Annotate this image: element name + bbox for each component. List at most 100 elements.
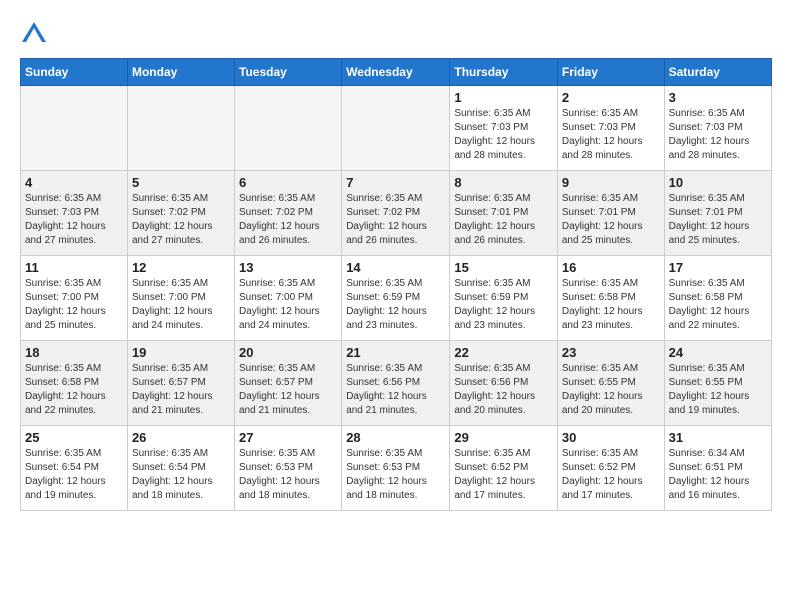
calendar-cell: 11 Sunrise: 6:35 AM Sunset: 7:00 PM Dayli… [21, 256, 128, 341]
day-info: Sunrise: 6:35 AM Sunset: 7:02 PM Dayligh… [239, 192, 337, 248]
day-info: Sunrise: 6:35 AM Sunset: 6:55 PM Dayligh… [669, 362, 767, 418]
day-info: Sunrise: 6:35 AM Sunset: 7:02 PM Dayligh… [346, 192, 445, 248]
calendar-cell: 23 Sunrise: 6:35 AM Sunset: 6:55 PM Dayli… [557, 341, 664, 426]
calendar-header-sunday: Sunday [21, 59, 128, 86]
calendar-cell: 6 Sunrise: 6:35 AM Sunset: 7:02 PM Daylig… [235, 171, 342, 256]
calendar-cell: 31 Sunrise: 6:34 AM Sunset: 6:51 PM Dayli… [664, 426, 771, 511]
calendar-cell: 14 Sunrise: 6:35 AM Sunset: 6:59 PM Dayli… [342, 256, 450, 341]
day-number: 19 [132, 345, 230, 360]
day-info: Sunrise: 6:35 AM Sunset: 7:00 PM Dayligh… [132, 277, 230, 333]
day-number: 20 [239, 345, 337, 360]
day-number: 12 [132, 260, 230, 275]
day-info: Sunrise: 6:35 AM Sunset: 7:03 PM Dayligh… [669, 107, 767, 163]
day-info: Sunrise: 6:35 AM Sunset: 6:52 PM Dayligh… [562, 447, 660, 503]
day-info: Sunrise: 6:35 AM Sunset: 7:02 PM Dayligh… [132, 192, 230, 248]
day-info: Sunrise: 6:35 AM Sunset: 6:58 PM Dayligh… [669, 277, 767, 333]
calendar-cell: 5 Sunrise: 6:35 AM Sunset: 7:02 PM Daylig… [127, 171, 234, 256]
day-number: 17 [669, 260, 767, 275]
day-info: Sunrise: 6:35 AM Sunset: 7:01 PM Dayligh… [454, 192, 553, 248]
calendar-cell: 2 Sunrise: 6:35 AM Sunset: 7:03 PM Daylig… [557, 86, 664, 171]
calendar-cell: 26Sunrise: 6:35 AM Sunset: 6:54 PM Dayli… [127, 426, 234, 511]
calendar-cell: 12 Sunrise: 6:35 AM Sunset: 7:00 PM Dayli… [127, 256, 234, 341]
calendar-table: SundayMondayTuesdayWednesdayThursdayFrid… [20, 58, 772, 511]
day-number: 7 [346, 175, 445, 190]
calendar-week-row-2: 4Sunrise: 6:35 AM Sunset: 7:03 PM Daylig… [21, 171, 772, 256]
day-number: 15 [454, 260, 553, 275]
day-number: 25 [25, 430, 123, 445]
day-info: Sunrise: 6:35 AM Sunset: 7:03 PM Dayligh… [562, 107, 660, 163]
day-number: 23 [562, 345, 660, 360]
day-number: 31 [669, 430, 767, 445]
day-info: Sunrise: 6:35 AM Sunset: 7:01 PM Dayligh… [562, 192, 660, 248]
day-info: Sunrise: 6:35 AM Sunset: 6:52 PM Dayligh… [454, 447, 553, 503]
calendar-week-row-1: 1 Sunrise: 6:35 AM Sunset: 7:03 PM Daylig… [21, 86, 772, 171]
calendar-cell: 9 Sunrise: 6:35 AM Sunset: 7:01 PM Daylig… [557, 171, 664, 256]
calendar-header-friday: Friday [557, 59, 664, 86]
day-number: 30 [562, 430, 660, 445]
day-info: Sunrise: 6:35 AM Sunset: 6:58 PM Dayligh… [562, 277, 660, 333]
day-info: Sunrise: 6:35 AM Sunset: 6:56 PM Dayligh… [346, 362, 445, 418]
day-number: 16 [562, 260, 660, 275]
calendar-cell: 10 Sunrise: 6:35 AM Sunset: 7:01 PM Dayli… [664, 171, 771, 256]
day-number: 21 [346, 345, 445, 360]
day-info: Sunrise: 6:35 AM Sunset: 7:00 PM Dayligh… [25, 277, 123, 333]
day-number: 11 [25, 260, 123, 275]
calendar-header-thursday: Thursday [450, 59, 558, 86]
day-number: 28 [346, 430, 445, 445]
calendar-cell: 25 Sunrise: 6:35 AM Sunset: 6:54 PM Dayli… [21, 426, 128, 511]
day-number: 27 [239, 430, 337, 445]
calendar-cell: 8Sunrise: 6:35 AM Sunset: 7:01 PM Daylig… [450, 171, 558, 256]
calendar-cell: 19 Sunrise: 6:35 AM Sunset: 6:57 PM Dayli… [127, 341, 234, 426]
day-info: Sunrise: 6:35 AM Sunset: 6:59 PM Dayligh… [346, 277, 445, 333]
day-number: 14 [346, 260, 445, 275]
calendar-cell: 1 Sunrise: 6:35 AM Sunset: 7:03 PM Daylig… [450, 86, 558, 171]
calendar-cell: 7 Sunrise: 6:35 AM Sunset: 7:02 PM Daylig… [342, 171, 450, 256]
calendar-cell [235, 86, 342, 171]
day-number: 9 [562, 175, 660, 190]
calendar-cell: 17 Sunrise: 6:35 AM Sunset: 6:58 PM Dayli… [664, 256, 771, 341]
calendar-cell: 30 Sunrise: 6:35 AM Sunset: 6:52 PM Dayli… [557, 426, 664, 511]
day-number: 1 [454, 90, 553, 105]
day-number: 29 [454, 430, 553, 445]
day-number: 6 [239, 175, 337, 190]
day-info: Sunrise: 6:35 AM Sunset: 6:55 PM Dayligh… [562, 362, 660, 418]
calendar-cell: 16 Sunrise: 6:35 AM Sunset: 6:58 PM Dayli… [557, 256, 664, 341]
day-info: Sunrise: 6:35 AM Sunset: 7:03 PM Dayligh… [25, 192, 123, 248]
calendar-header-saturday: Saturday [664, 59, 771, 86]
day-info: Sunrise: 6:35 AM Sunset: 6:56 PM Dayligh… [454, 362, 553, 418]
day-number: 2 [562, 90, 660, 105]
day-number: 18 [25, 345, 123, 360]
calendar-header-row: SundayMondayTuesdayWednesdayThursdayFrid… [21, 59, 772, 86]
day-number: 22 [454, 345, 553, 360]
calendar-week-row-5: 25 Sunrise: 6:35 AM Sunset: 6:54 PM Dayli… [21, 426, 772, 511]
calendar-week-row-4: 18Sunrise: 6:35 AM Sunset: 6:58 PM Dayli… [21, 341, 772, 426]
calendar-header-tuesday: Tuesday [235, 59, 342, 86]
calendar-cell [342, 86, 450, 171]
calendar-cell: 22 Sunrise: 6:35 AM Sunset: 6:56 PM Dayli… [450, 341, 558, 426]
calendar-week-row-3: 11 Sunrise: 6:35 AM Sunset: 7:00 PM Dayli… [21, 256, 772, 341]
calendar-cell: 27 Sunrise: 6:35 AM Sunset: 6:53 PM Dayli… [235, 426, 342, 511]
day-number: 24 [669, 345, 767, 360]
calendar-cell: 28 Sunrise: 6:35 AM Sunset: 6:53 PM Dayli… [342, 426, 450, 511]
day-number: 3 [669, 90, 767, 105]
day-info: Sunrise: 6:35 AM Sunset: 7:01 PM Dayligh… [669, 192, 767, 248]
calendar-cell: 24 Sunrise: 6:35 AM Sunset: 6:55 PM Dayli… [664, 341, 771, 426]
day-info: Sunrise: 6:35 AM Sunset: 7:03 PM Dayligh… [454, 107, 553, 163]
day-number: 10 [669, 175, 767, 190]
calendar-cell: 20 Sunrise: 6:35 AM Sunset: 6:57 PM Dayli… [235, 341, 342, 426]
day-info: Sunrise: 6:35 AM Sunset: 6:54 PM Dayligh… [25, 447, 123, 503]
logo-icon [20, 20, 48, 48]
day-info: Sunrise: 6:35 AM Sunset: 6:57 PM Dayligh… [239, 362, 337, 418]
calendar-cell: 15Sunrise: 6:35 AM Sunset: 6:59 PM Dayli… [450, 256, 558, 341]
day-info: Sunrise: 6:35 AM Sunset: 7:00 PM Dayligh… [239, 277, 337, 333]
day-number: 13 [239, 260, 337, 275]
day-info: Sunrise: 6:35 AM Sunset: 6:53 PM Dayligh… [239, 447, 337, 503]
day-info: Sunrise: 6:34 AM Sunset: 6:51 PM Dayligh… [669, 447, 767, 503]
day-info: Sunrise: 6:35 AM Sunset: 6:53 PM Dayligh… [346, 447, 445, 503]
calendar-header-wednesday: Wednesday [342, 59, 450, 86]
calendar-cell: 18Sunrise: 6:35 AM Sunset: 6:58 PM Dayli… [21, 341, 128, 426]
day-info: Sunrise: 6:35 AM Sunset: 6:57 PM Dayligh… [132, 362, 230, 418]
calendar-header-monday: Monday [127, 59, 234, 86]
calendar-cell: 3 Sunrise: 6:35 AM Sunset: 7:03 PM Daylig… [664, 86, 771, 171]
day-number: 5 [132, 175, 230, 190]
